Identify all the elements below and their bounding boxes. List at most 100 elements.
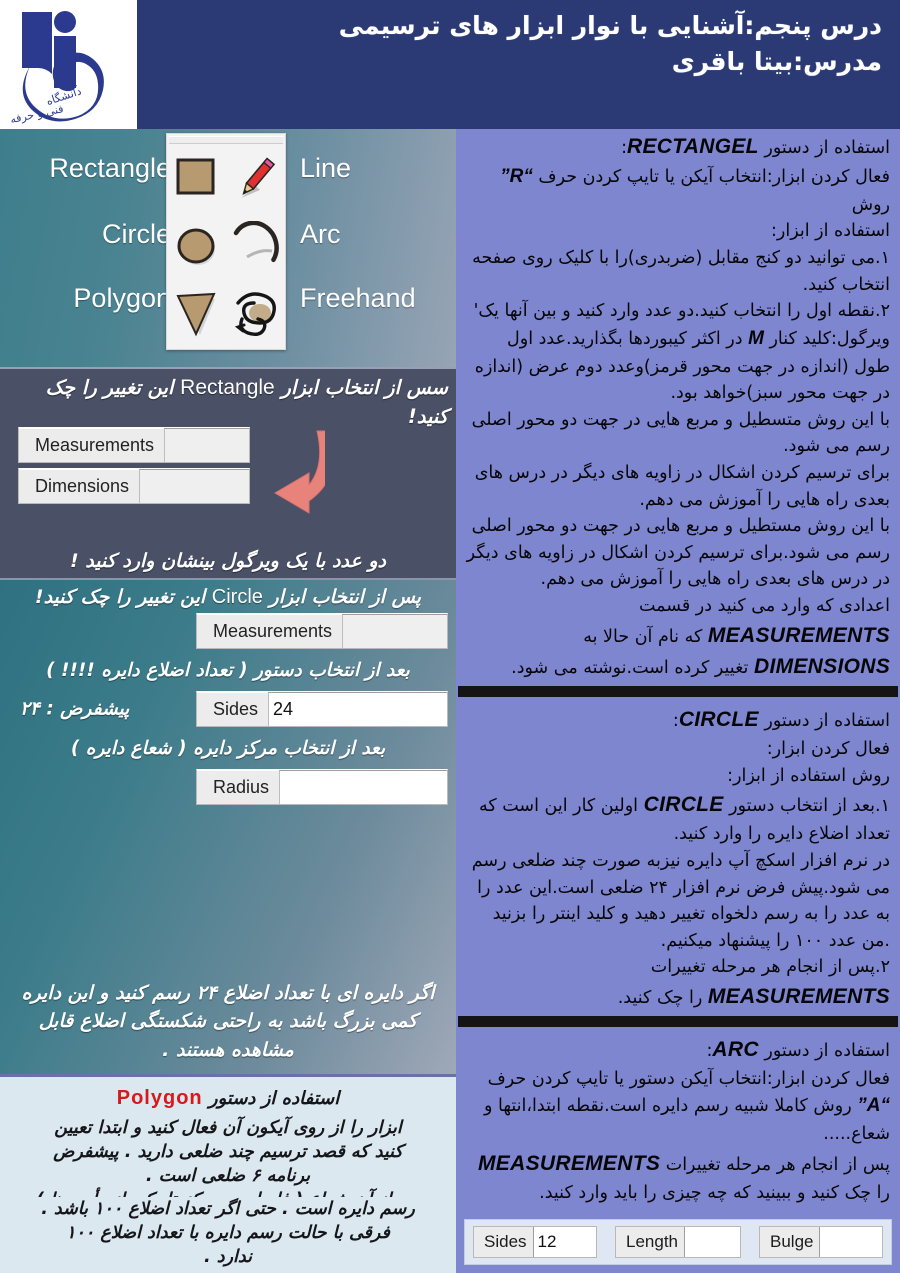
circle-banner-tool: Circle	[211, 586, 263, 608]
tool-button-circle[interactable]	[167, 214, 226, 282]
arc-measurement-bar-figure: Sides 12 Length Bulge	[464, 1219, 892, 1265]
toolbar-label-line: Line	[300, 153, 352, 183]
circle-title: استفاده از دستور CIRCLE:	[466, 704, 890, 736]
instructor-name: مدرس:بیتا باقری	[671, 47, 882, 77]
measurements-label: Measurements	[35, 434, 155, 455]
rectangel-note-2: برای ترسیم کردن اشکال در زاویه های دیگر …	[474, 463, 890, 510]
rectangle-banner: سس از انتخاب ابزار Rectangle این تغییر ر…	[0, 369, 456, 431]
arc-bulge-field[interactable]: Bulge	[759, 1226, 883, 1258]
rectangel-meas-c: که نام آن حالا به	[583, 626, 703, 647]
toolbar-label-polygon: Polygon	[73, 283, 171, 313]
circle-step-2-a: ۲.پس از انجام هر مرحله تغییرات	[650, 957, 890, 978]
toolbar-label-circle: Circle	[101, 219, 171, 249]
tool-button-rectangle[interactable]	[167, 146, 226, 214]
sides-input[interactable]: 24	[268, 692, 447, 727]
university-logo-icon: دانشگاه فنی و حرفه ای	[8, 10, 104, 124]
polygon-body-cont: رسم دایره است . حتی اگر تعداد اضلاع ۱۰۰ …	[10, 1197, 446, 1269]
arc-sides-field[interactable]: Sides 12	[473, 1226, 597, 1258]
circle-step-1-command: CIRCLE	[643, 793, 724, 817]
toolbar-label-arc: Arc	[300, 219, 341, 249]
arc-title: استفاده از دستور ARC:	[466, 1034, 890, 1066]
arc-section: استفاده از دستور ARC: فعال کردن ابزار:ان…	[456, 1032, 900, 1206]
circle-measurements-label: Measurements	[213, 620, 333, 641]
pencil-line-icon	[240, 157, 275, 198]
triangle-polygon-icon	[175, 293, 216, 337]
rectangel-activate-a: فعال کردن ابزار:انتخاب آیکن یا تایپ کردن…	[538, 166, 890, 187]
rectangel-shortcut-key: “R”	[500, 165, 533, 187]
rectangel-measurements-note: اعدادی که وارد می کنید در قسمت MEASUREME…	[466, 593, 890, 683]
polygon-heading: استفاده از دستور Polygon	[10, 1087, 446, 1110]
circle-banner-pre: پس از انتخاب ابزار	[269, 586, 422, 608]
rectangel-usage-head: استفاده از ابزار:	[771, 221, 890, 242]
arc-shortcut-key: “A”	[857, 1095, 890, 1117]
rectangle-usage-note: دو عدد با یک ویرگول بینشان وارد کنید !	[70, 550, 386, 572]
polygon-line-3: برنامه ۶ ضلعی است .	[145, 1166, 311, 1187]
radius-label: Radius	[213, 776, 270, 797]
university-logo: دانشگاه فنی و حرفه ای	[0, 0, 137, 129]
rectangle-field-group: Measurements Dimensions	[18, 427, 250, 509]
toolbar-label-rectangle: Rectangle	[49, 153, 171, 183]
radius-bar[interactable]: Radius	[196, 769, 448, 806]
polygon-line-1: ابزار را از روی آیکون آن فعال کنید و ابت…	[54, 1118, 402, 1138]
polygon-line-9: ندارد .	[204, 1247, 252, 1268]
rectangel-meas-a: اعدادی که وارد می کنید در قسمت	[638, 595, 890, 616]
polygon-line-7: رسم دایره است . حتی اگر تعداد اضلاع ۱۰۰ …	[41, 1199, 415, 1219]
arc-bulge-input[interactable]	[819, 1227, 882, 1257]
right-column: استفاده از دستور RECTANGEL: فعال کردن اب…	[456, 129, 900, 1273]
radius-input[interactable]	[279, 770, 447, 805]
header-title-group: درس پنجم:آشنایی با نوار ابزار های ترسیمی…	[222, 8, 882, 81]
rectangel-comma-key: M	[748, 327, 764, 349]
arc-length-input[interactable]	[684, 1227, 740, 1257]
arc-length-field[interactable]: Length	[615, 1226, 741, 1258]
rectangel-activate-c: روش	[851, 194, 890, 215]
arc-sides-input[interactable]: 12	[532, 1227, 596, 1257]
section-divider-2	[458, 1015, 898, 1027]
tool-button-line[interactable]	[226, 146, 285, 214]
polygon-heading-command: Polygon	[116, 1087, 203, 1109]
tool-button-freehand[interactable]	[226, 281, 285, 349]
tool-button-polygon[interactable]	[167, 281, 226, 349]
polygon-freehand-section: رسم دایره است . حتی اگر تعداد اضلاع ۱۰۰ …	[0, 1197, 456, 1273]
circle-step-1-a: ۱.بعد از انتخاب دستور	[729, 796, 890, 817]
arc-bulge-label: Bulge	[770, 1232, 814, 1251]
palette-drag-handle[interactable]	[169, 136, 283, 144]
rectangel-note-1: با این روش متسطیل و مربع هایی در جهت دو …	[471, 409, 890, 457]
rectangel-step-2: ۲.نقطه اول را انتخاب کنید.دو عدد وارد کن…	[466, 298, 890, 407]
circle-measurements-input[interactable]	[342, 614, 447, 648]
polygon-line-2: کنید که قصد ترسیم چند ضلعی دارید . پیشفر…	[53, 1142, 403, 1163]
arc-length-label: Length	[626, 1232, 678, 1251]
circle-icon	[177, 228, 215, 266]
toolbar-label-freehand: Freehand	[300, 283, 416, 313]
rectangel-dimensions-label: DIMENSIONS	[753, 655, 890, 679]
circle-measurements-bar[interactable]: Measurements	[196, 613, 448, 649]
dimensions-input[interactable]	[139, 469, 249, 503]
sides-bar[interactable]: Sides 24	[196, 691, 448, 728]
circle-usage-head: روش استفاده از ابزار:	[727, 765, 890, 786]
rectangle-banner-pre: سس از انتخاب ابزار	[281, 376, 448, 399]
sides-default-note: پیشفرض : ۲۴	[20, 698, 130, 720]
arc-title-pre: استفاده از دستور	[764, 1040, 890, 1061]
arc-measurements-label: MEASUREMENTS	[478, 1151, 661, 1175]
arc-check-note: پس از انجام هر مرحله تغییرات MEASUREMENT…	[466, 1148, 890, 1207]
circle-title-pre: استفاده از دستور	[764, 711, 890, 732]
circle-step-2-c: را چک کنید.	[617, 987, 703, 1008]
circle-activate: فعال کردن ابزار:	[766, 739, 890, 760]
circle-section: استفاده از دستور CIRCLE: فعال کردن ابزار…	[456, 702, 900, 1012]
arc-sides-label: Sides	[484, 1232, 527, 1251]
rectangel-title-pre: استفاده از دستور	[764, 138, 890, 158]
measurements-input[interactable]	[164, 428, 249, 462]
polygon-heading-pre: استفاده از دستور	[208, 1088, 340, 1109]
dimensions-bar[interactable]: Dimensions	[18, 468, 250, 504]
rectangel-note-3: با این روش مستطیل و مربع هایی در جهت دو …	[466, 516, 890, 590]
circle-banner-post: این تغییر را چک کنید!	[34, 586, 206, 608]
circle-note: در نرم افزار اسکچ آپ دایره نیزبه صورت چن…	[471, 850, 890, 951]
rectangel-title: استفاده از دستور RECTANGEL:	[466, 131, 890, 163]
rectangel-step-2-a: ۲.نقطه اول را انتخاب کنید.دو عدد وارد کن…	[473, 301, 890, 322]
rectangel-step-2-b: ویرگول:کلید کنار	[769, 328, 890, 349]
drawing-toolbar-figure: Rectangle Circle Polygon Line Arc Freeha…	[0, 129, 456, 367]
measurements-bar[interactable]: Measurements	[18, 427, 250, 463]
sketchup-draw-palette[interactable]	[166, 133, 286, 350]
tool-button-arc[interactable]	[226, 214, 285, 282]
arc-check-c: را چک کنید و ببینید که چه چیزی را باید و…	[539, 1182, 890, 1203]
circle-measurements-label-right: MEASUREMENTS	[707, 984, 890, 1008]
